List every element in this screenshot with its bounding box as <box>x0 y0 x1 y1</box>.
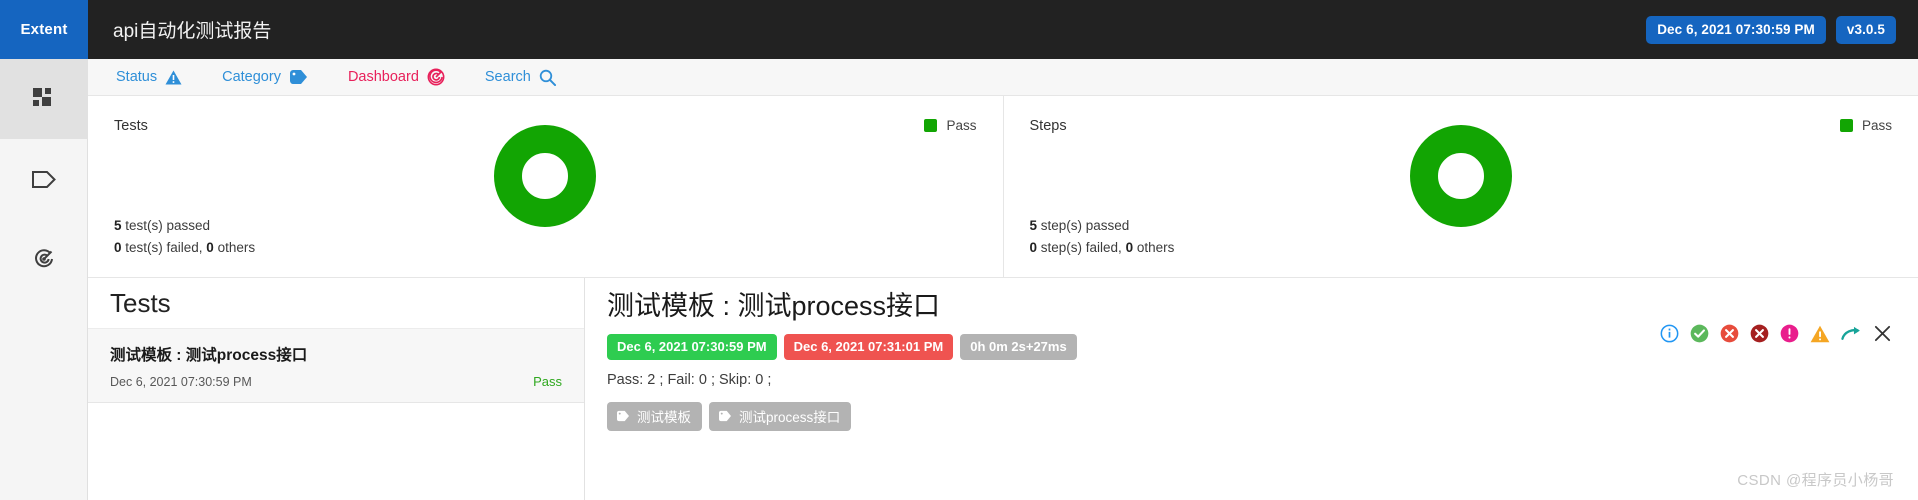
nav-item-dashboard[interactable]: Dashboard <box>328 68 465 86</box>
sidebar <box>0 59 88 500</box>
test-list-item-meta: Dec 6, 2021 07:30:59 PM Pass <box>110 374 562 389</box>
card-stats-tests: 5 test(s) passed 0 test(s) failed, 0 oth… <box>114 215 255 259</box>
tests-list-panel: Tests 测试模板 : 测试process接口 Dec 6, 2021 07:… <box>88 278 585 500</box>
tests-passed-count: 5 <box>114 218 122 234</box>
tests-list-header: Tests <box>88 278 584 329</box>
start-time-badge: Dec 6, 2021 07:30:59 PM <box>607 333 777 360</box>
extent-report-page: Extent api自动化测试报告 Dec 6, 2021 07:30:59 P… <box>0 0 1918 500</box>
nav-label-status: Status <box>116 69 158 85</box>
donut-svg-steps <box>1409 125 1512 227</box>
sidebar-item-categories[interactable] <box>0 139 88 219</box>
steps-passed-text: step(s) passed <box>1037 218 1130 234</box>
steps-passed-count: 5 <box>1029 218 1038 234</box>
dashboard-grid-icon <box>33 88 55 110</box>
top-bar: Extent api自动化测试报告 Dec 6, 2021 07:30:59 P… <box>0 0 1918 59</box>
status-icon-toolbar <box>1660 324 1892 343</box>
tests-others-count: 0 <box>206 240 214 256</box>
tests-failed-count: 0 <box>114 240 122 256</box>
test-detail-title: 测试模板 : 测试process接口 <box>607 291 941 321</box>
report-timestamp-badge: Dec 6, 2021 07:30:59 PM <box>1646 15 1826 44</box>
steps-failed-text: step(s) failed, <box>1037 240 1126 256</box>
nav-item-status[interactable]: Status <box>96 69 202 85</box>
tag-chip[interactable]: 测试模板 <box>607 401 702 431</box>
warning-triangle-icon <box>165 70 182 85</box>
fail-circle-icon[interactable] <box>1720 324 1739 343</box>
tag-icon <box>32 170 56 188</box>
nav-item-search[interactable]: Search <box>465 69 576 86</box>
nav-label-dashboard: Dashboard <box>347 69 419 85</box>
tests-list-heading: Tests <box>110 288 171 318</box>
check-circle-icon[interactable] <box>1690 324 1709 343</box>
lower-section: Tests 测试模板 : 测试process接口 Dec 6, 2021 07:… <box>88 277 1918 500</box>
tag-icon <box>616 410 630 422</box>
tests-list-filler <box>88 403 584 421</box>
target-icon <box>33 248 55 270</box>
nav-strip: Status Category Dashboard Search <box>88 59 1918 96</box>
fatal-circle-icon[interactable] <box>1750 324 1769 343</box>
top-bar-right: Dec 6, 2021 07:30:59 PM v3.0.5 <box>1646 15 1918 44</box>
brand-label: Extent <box>20 21 68 38</box>
steps-failed-count: 0 <box>1029 240 1038 256</box>
test-detail-tags: 测试模板 测试process接口 <box>607 401 1918 431</box>
test-list-item[interactable]: 测试模板 : 测试process接口 Dec 6, 2021 07:30:59 … <box>88 329 584 403</box>
end-time-badge: Dec 6, 2021 07:31:01 PM <box>783 333 954 360</box>
tag-icon <box>289 69 308 85</box>
info-icon[interactable] <box>1660 324 1679 343</box>
summary-cards: Tests Pass 5 test(s) passed 0 test(s) fa… <box>88 96 1918 277</box>
steps-others-text: others <box>1133 240 1175 256</box>
search-icon <box>539 69 556 86</box>
summary-card-tests: Tests Pass 5 test(s) passed 0 test(s) fa… <box>88 96 1003 277</box>
brand-logo[interactable]: Extent <box>0 0 88 59</box>
watermark: CSDN @程序员小杨哥 <box>1737 472 1894 489</box>
close-icon[interactable] <box>1873 324 1892 343</box>
card-stats-steps: 5 step(s) passed 0 step(s) failed, 0 oth… <box>1030 215 1175 259</box>
status-badge: Pass <box>533 374 562 389</box>
sidebar-item-exceptions[interactable] <box>0 219 88 299</box>
sidebar-item-dashboard[interactable] <box>0 59 88 139</box>
test-list-item-name: 测试模板 : 测试process接口 <box>110 347 308 364</box>
target-icon <box>427 68 445 86</box>
skip-arrow-icon[interactable] <box>1841 326 1862 342</box>
summary-card-steps: Steps Pass 5 step(s) passed 0 step(s) fa… <box>1002 96 1918 277</box>
test-detail-counts: Pass: 2 ; Fail: 0 ; Skip: 0 ; <box>607 371 772 388</box>
page-title: api自动化测试报告 <box>113 21 272 42</box>
duration-badge: 0h 0m 2s+27ms <box>960 333 1077 360</box>
test-detail-pane: 测试模板 : 测试process接口 Dec 6, 2021 07:30:59 … <box>585 278 1918 500</box>
steps-failed-line: 0 step(s) failed, 0 others <box>1030 237 1175 259</box>
tests-passed-text: test(s) passed <box>121 218 211 234</box>
nav-label-search: Search <box>484 69 531 85</box>
tag-icon <box>718 410 732 422</box>
tag-chip-label: 测试模板 <box>637 409 691 425</box>
nav-label-category: Category <box>222 69 281 85</box>
tag-chip[interactable]: 测试process接口 <box>709 401 852 431</box>
nav-item-category[interactable]: Category <box>202 69 328 85</box>
test-list-item-time: Dec 6, 2021 07:30:59 PM <box>110 374 252 389</box>
error-circle-icon[interactable] <box>1780 324 1799 343</box>
donut-svg-tests <box>494 125 597 227</box>
tag-chip-label: 测试process接口 <box>739 409 841 425</box>
steps-passed-line: 5 step(s) passed <box>1030 215 1175 237</box>
tests-passed-line: 5 test(s) passed <box>114 215 255 237</box>
warning-triangle-icon[interactable] <box>1810 325 1830 343</box>
steps-others-count: 0 <box>1125 240 1134 256</box>
tests-failed-text: test(s) failed, <box>121 240 207 256</box>
tests-failed-line: 0 test(s) failed, 0 others <box>114 237 255 259</box>
version-badge: v3.0.5 <box>1835 15 1896 44</box>
tests-others-text: others <box>213 240 256 256</box>
